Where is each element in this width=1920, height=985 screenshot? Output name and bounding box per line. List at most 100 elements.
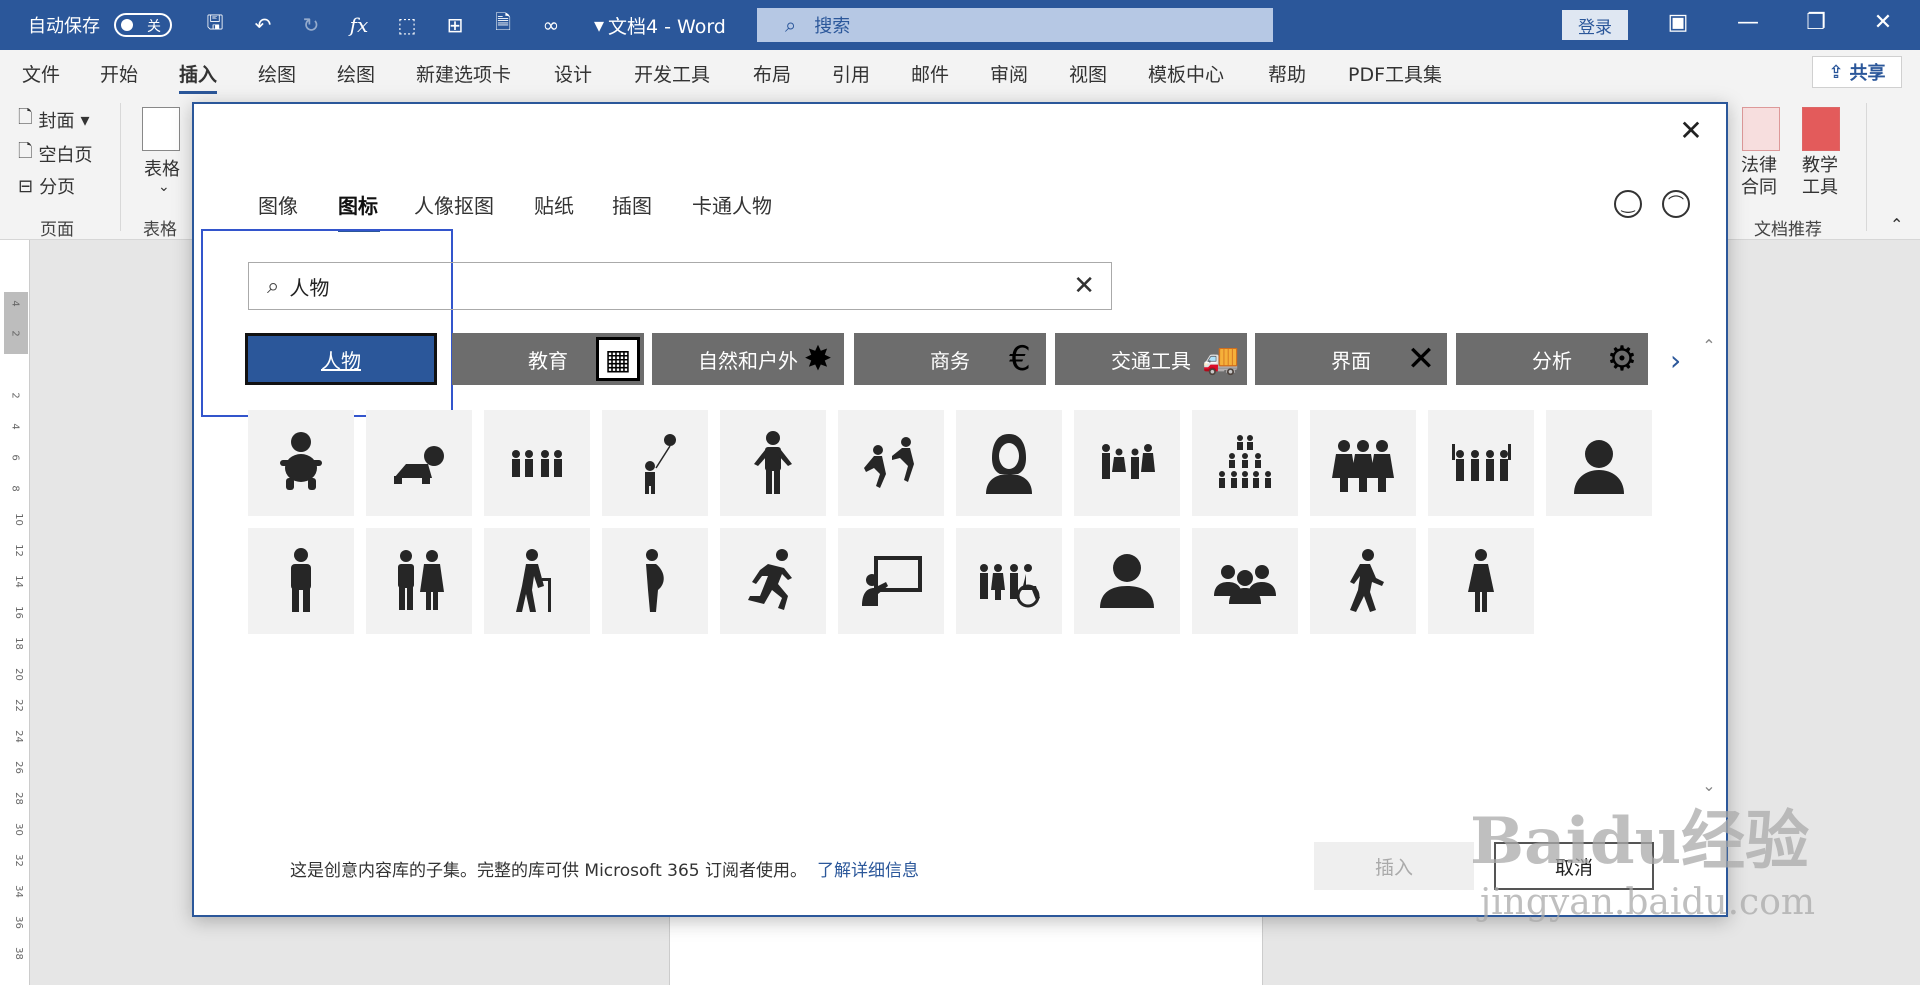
tab-view[interactable]: 视图 — [1069, 60, 1107, 87]
collapse-ribbon-icon[interactable]: ⌃ — [1890, 215, 1903, 234]
table-dropdown-icon[interactable]: ⌄ — [158, 179, 170, 195]
tab-developer[interactable]: 开发工具 — [634, 60, 710, 87]
woman-portrait-icon[interactable] — [956, 410, 1062, 516]
baby-icon[interactable] — [248, 410, 354, 516]
clear-search-icon[interactable]: ✕ — [1073, 271, 1095, 301]
table-icon[interactable] — [142, 107, 180, 151]
group-pages-label: 页面 — [40, 220, 74, 240]
search-box[interactable]: ⌕ 搜索 — [757, 8, 1273, 42]
icon-search-input[interactable]: ⌕ 人物 ✕ — [248, 262, 1112, 310]
category-nature[interactable]: 自然和户外 ✸ — [652, 333, 844, 385]
man-shrug-icon[interactable] — [720, 410, 826, 516]
insert-button[interactable]: 插入 — [1314, 842, 1474, 890]
formula-icon[interactable]: fx — [346, 12, 372, 38]
tab-illustrations[interactable]: 插图 — [612, 190, 652, 219]
table-button[interactable]: 表格 — [144, 155, 180, 181]
watermark: Baidu经验 jingyan.baidu.com — [1470, 790, 1815, 923]
close-dialog-icon[interactable]: ✕ — [1674, 114, 1708, 148]
smile-feedback-icon[interactable]: ‿ — [1614, 190, 1642, 218]
category-business[interactable]: 商务 € — [854, 333, 1046, 385]
document-page[interactable] — [669, 915, 1263, 985]
walking-man-icon[interactable] — [1310, 528, 1416, 634]
running-man-icon[interactable] — [720, 528, 826, 634]
undo-icon[interactable]: ↶ — [250, 12, 276, 38]
scroll-up-icon[interactable]: ⌃ — [1700, 336, 1718, 355]
tab-mailings[interactable]: 邮件 — [911, 60, 949, 87]
library-note: 这是创意内容库的子集。完整的库可供 Microsoft 365 订阅者使用。 了解… — [290, 861, 920, 881]
crawling-baby-icon[interactable] — [366, 410, 472, 516]
tab-template-center[interactable]: 模板中心 — [1148, 60, 1224, 87]
search-icon: ⌕ — [267, 273, 280, 299]
minimize-icon[interactable]: — — [1733, 10, 1763, 35]
select-icon[interactable]: ⬚ — [394, 12, 420, 38]
tab-draw[interactable]: 绘图 — [258, 60, 296, 87]
page-break-button[interactable]: ⊟ 分页 — [18, 173, 75, 199]
team-three-icon[interactable] — [1192, 528, 1298, 634]
login-button[interactable]: 登录 — [1562, 10, 1628, 40]
blank-page-icon: 🗋 — [18, 141, 33, 162]
document-title: 文档4 - Word — [608, 16, 726, 38]
tab-help[interactable]: 帮助 — [1268, 60, 1306, 87]
document-icon[interactable]: 🗎 — [490, 10, 516, 38]
tab-pdf-tools[interactable]: PDF工具集 — [1348, 60, 1442, 87]
legal-contract-icon[interactable] — [1742, 107, 1780, 151]
next-categories-icon[interactable]: › — [1670, 344, 1681, 377]
women-group-icon[interactable] — [1310, 410, 1416, 516]
category-interface[interactable]: 界面 ✕ — [1255, 333, 1447, 385]
crowd-icon[interactable] — [1192, 410, 1298, 516]
ribbon-display-icon[interactable]: ▣ — [1663, 10, 1693, 35]
tab-references[interactable]: 引用 — [832, 60, 870, 87]
search-value: 人物 — [289, 275, 330, 300]
icon-scrollbar[interactable]: ⌃ ⌄ — [1700, 336, 1718, 806]
category-people[interactable]: 人物 — [245, 333, 437, 385]
tab-cutout-people[interactable]: 人像抠图 — [414, 190, 494, 219]
presenter-board-icon[interactable] — [838, 528, 944, 634]
accessibility-group-icon[interactable] — [956, 528, 1062, 634]
truck-icon: 🚚 — [1202, 341, 1240, 377]
person-silhouette-icon[interactable] — [1074, 528, 1180, 634]
woman-standing-icon[interactable] — [1428, 528, 1534, 634]
elderly-cane-icon[interactable] — [484, 528, 590, 634]
tab-home[interactable]: 开始 — [100, 60, 138, 87]
category-analysis[interactable]: 分析 ⚙ — [1456, 333, 1648, 385]
blank-page-button[interactable]: 🗋 空白页 — [18, 139, 92, 169]
tab-design[interactable]: 设计 — [554, 60, 592, 87]
child-balloon-icon[interactable] — [602, 410, 708, 516]
save-icon[interactable]: 🖫 — [202, 10, 228, 38]
tab-layout[interactable]: 布局 — [753, 60, 791, 87]
teaching-tools-icon[interactable] — [1802, 107, 1840, 151]
vertical-ruler: 4 2 2 4 6 8 10 12 14 16 18 20 22 24 26 2… — [0, 240, 30, 985]
cover-button[interactable]: 🗋 封面 ▾ — [18, 105, 90, 135]
frown-feedback-icon[interactable]: ⌒ — [1662, 190, 1690, 218]
tab-cartoon-people[interactable]: 卡通人物 — [692, 190, 772, 219]
tab-new[interactable]: 新建选项卡 — [416, 60, 511, 87]
couple-icon[interactable] — [366, 528, 472, 634]
restore-icon[interactable]: ❐ — [1801, 10, 1831, 35]
share-button[interactable]: ⇪ 共享 — [1812, 56, 1902, 88]
man-standing-icon[interactable] — [248, 528, 354, 634]
redo-icon[interactable]: ↻ — [298, 12, 324, 38]
close-window-icon[interactable]: ✕ — [1868, 10, 1898, 35]
tab-icons[interactable]: 图标 — [338, 190, 378, 219]
tab-stickers[interactable]: 贴纸 — [534, 190, 574, 219]
cheering-group-icon[interactable] — [1428, 410, 1534, 516]
hierarchy-icon[interactable]: ⊞ — [442, 12, 468, 38]
category-education[interactable]: 教育 ▦ — [452, 333, 644, 385]
group-recommend-label: 文档推荐 — [1754, 220, 1822, 240]
tab-file[interactable]: 文件 — [22, 60, 60, 87]
tab-insert[interactable]: 插入 — [179, 60, 218, 94]
family-four-icon[interactable] — [1074, 410, 1180, 516]
tab-review[interactable]: 审阅 — [990, 60, 1028, 87]
teaching-tools-button[interactable]: 教学 工具 — [1802, 155, 1838, 199]
user-profile-icon[interactable] — [1546, 410, 1652, 516]
learn-more-link[interactable]: 了解详细信息 — [817, 861, 919, 881]
tab-images[interactable]: 图像 — [258, 190, 298, 219]
dancing-pair-icon[interactable] — [838, 410, 944, 516]
tab-draw-2[interactable]: 绘图 — [337, 60, 375, 87]
autosave-toggle[interactable]: 关 — [114, 13, 172, 37]
legal-contract-button[interactable]: 法律 合同 — [1741, 155, 1777, 199]
category-transport[interactable]: 交通工具 🚚 — [1055, 333, 1247, 385]
group-of-four-icon[interactable] — [484, 410, 590, 516]
link-icon[interactable]: ∞ — [538, 12, 564, 38]
pregnant-woman-icon[interactable] — [602, 528, 708, 634]
